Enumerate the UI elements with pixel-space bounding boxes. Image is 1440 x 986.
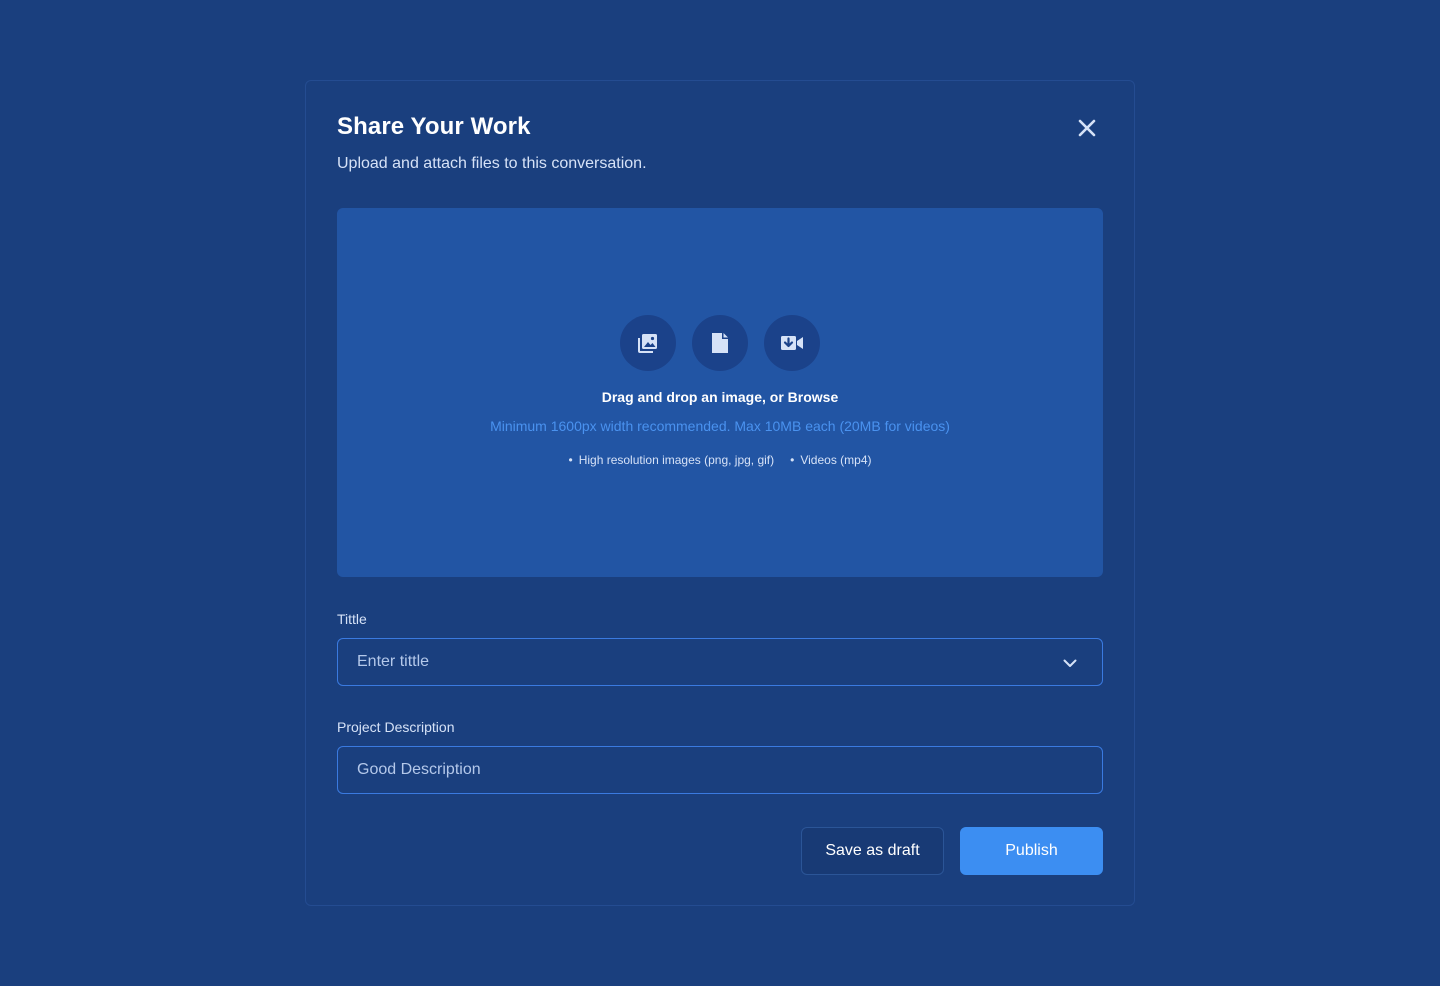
video-upload-option[interactable] xyxy=(764,315,820,371)
upload-type-icons xyxy=(337,315,1103,371)
description-label: Project Description xyxy=(337,719,455,735)
dropzone-hint: Minimum 1600px width recommended. Max 10… xyxy=(490,418,950,434)
title-select[interactable] xyxy=(337,638,1103,686)
save-draft-button[interactable]: Save as draft xyxy=(801,827,944,875)
supported-formats-list: High resolution images (png, jpg, gif) V… xyxy=(337,453,1103,467)
format-item-videos: Videos (mp4) xyxy=(790,453,871,467)
share-work-modal: Share Your Work Upload and attach files … xyxy=(305,80,1135,906)
video-upload-icon xyxy=(780,333,804,353)
document-upload-option[interactable] xyxy=(692,315,748,371)
description-input[interactable] xyxy=(338,747,1102,793)
image-gallery-icon xyxy=(637,332,659,354)
document-icon xyxy=(710,332,730,354)
title-input[interactable] xyxy=(338,639,1102,685)
close-button[interactable] xyxy=(1072,113,1102,143)
format-item-images: High resolution images (png, jpg, gif) xyxy=(569,453,774,467)
description-field[interactable] xyxy=(337,746,1103,794)
modal-title: Share Your Work xyxy=(337,113,531,140)
title-label: Tittle xyxy=(337,611,367,627)
chevron-down-icon[interactable] xyxy=(1062,656,1078,670)
image-upload-option[interactable] xyxy=(620,315,676,371)
file-dropzone[interactable]: Drag and drop an image, or Browse Minimu… xyxy=(337,208,1103,577)
close-icon xyxy=(1077,118,1097,138)
publish-button[interactable]: Publish xyxy=(960,827,1103,875)
modal-subtitle: Upload and attach files to this conversa… xyxy=(337,155,647,172)
dropzone-heading: Drag and drop an image, or Browse xyxy=(601,389,839,405)
